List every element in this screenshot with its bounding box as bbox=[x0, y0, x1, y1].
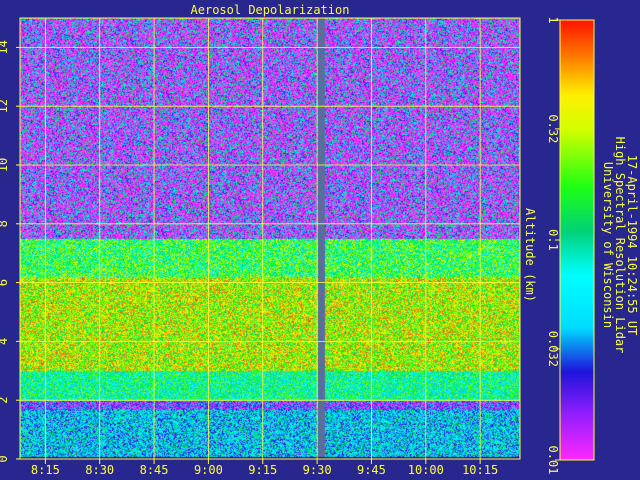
credit-line-3: 17-April-1994 10:24:55 UT bbox=[625, 155, 639, 336]
x-tick-label: 9:00 bbox=[194, 463, 223, 477]
chart-stage: 8:15 8:30 8:45 9:00 9:15 9:30 9:45 10:00 10:15 0… bbox=[0, 3, 639, 477]
colorbar-tick-label: 0.32 bbox=[546, 114, 560, 143]
x-tick-label: 9:45 bbox=[357, 463, 386, 477]
x-tick-label: 8:30 bbox=[85, 463, 114, 477]
chart-title: Aerosol Depolarization bbox=[191, 3, 350, 17]
y-tick-label: 6 bbox=[0, 279, 10, 286]
y-tick-label: 10 bbox=[0, 158, 10, 172]
x-tick-label: 9:30 bbox=[303, 463, 332, 477]
credit-line-1: University of Wisconsin bbox=[601, 162, 615, 328]
x-tick-label: 10:15 bbox=[462, 463, 498, 477]
y-tick-label: 2 bbox=[0, 397, 10, 404]
depolarization-heatmap bbox=[20, 18, 520, 459]
colorbar-tick-label: 1 bbox=[546, 16, 560, 23]
x-tick-label: 9:15 bbox=[248, 463, 277, 477]
x-tick-label: 8:15 bbox=[31, 463, 60, 477]
y-tick-label: 14 bbox=[0, 40, 10, 54]
y-tick-label: 12 bbox=[0, 99, 10, 113]
colorbar-tick-label: 0.032 bbox=[546, 331, 560, 367]
colorbar-tick-label: 0.01 bbox=[546, 446, 560, 475]
colorbar-ticks: 0.01 0.032 0.1 0.32 1 bbox=[546, 16, 560, 474]
y-tick-label: 4 bbox=[0, 338, 10, 345]
x-axis-ticks: 8:15 8:30 8:45 9:00 9:15 9:30 9:45 10:00 10:15 bbox=[31, 459, 498, 477]
x-tick-label: 10:00 bbox=[408, 463, 444, 477]
colorbar-tick-label: 0.1 bbox=[546, 229, 560, 251]
y-axis-ticks: 0 2 4 6 8 10 12 14 bbox=[0, 40, 20, 463]
y-tick-label: 0 bbox=[0, 455, 10, 462]
y-axis-label: Altitude (km) bbox=[523, 208, 537, 302]
y-tick-label: 8 bbox=[0, 220, 10, 227]
colorbar bbox=[560, 20, 594, 460]
credit-line-2: High Spectral Resolution Lidar bbox=[613, 137, 627, 354]
x-tick-label: 8:45 bbox=[140, 463, 169, 477]
